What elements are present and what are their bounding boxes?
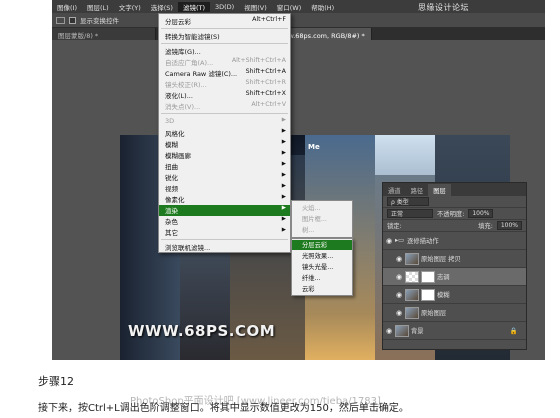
layer-thumbnail: [395, 324, 409, 337]
layer-mask-thumbnail: [421, 288, 435, 301]
menu-help[interactable]: 帮助(H): [306, 2, 339, 12]
menu-item-liquify[interactable]: 液化(L)... Shift+Ctrl+X: [159, 90, 290, 101]
step-description: 接下来，按Ctrl+L调出色阶调整窗口。将其中显示数值更改为150，然后单击确定…: [38, 403, 409, 414]
chevron-right-icon: ▶: [281, 161, 286, 167]
site-watermark: 思缘设计论坛: [418, 3, 469, 12]
menu-filter[interactable]: 滤镜(T): [177, 1, 210, 12]
chevron-right-icon: ▶: [281, 216, 286, 222]
layer-thumbnail: [405, 306, 419, 319]
document-tabs: 图层蒙版/8) * 未标题-1 @ 66.7% (www.68ps.com, R…: [52, 27, 545, 40]
menu-item-convert-smart[interactable]: 转换为智能滤镜(S): [159, 31, 290, 42]
menu-bar: 图像(I) 图层(L) 文字(Y) 选择(S) 滤镜(T) 3D(D) 视图(V…: [52, 0, 545, 13]
tab-paths[interactable]: 路径: [406, 184, 429, 196]
menu-layer[interactable]: 图层(L): [82, 2, 114, 12]
layer-thumbnail: [405, 252, 419, 265]
show-transform-label: 显示变换控件: [80, 17, 119, 25]
layers-panel: 通道 路径 图层 ρ 类型 正常 不透明度: 100% 锁定: 填充: 100%…: [382, 182, 527, 350]
chevron-right-icon: ▶: [281, 183, 286, 189]
layer-group[interactable]: ◉ ▸▭ 逐修描动作: [383, 232, 526, 250]
layer-mask-thumbnail: [421, 270, 435, 283]
filter-row: ρ 类型: [383, 196, 526, 208]
menu-select[interactable]: 选择(S): [146, 2, 178, 12]
menu-image[interactable]: 图像(I): [52, 2, 82, 12]
menu-3d[interactable]: 3D(D): [210, 3, 239, 11]
chevron-right-icon: ▶: [281, 128, 286, 134]
chevron-right-icon: ▶: [281, 205, 286, 211]
layer-item[interactable]: ◉ 模糊: [383, 286, 526, 304]
menu-item-adaptive-wide: 自适应广角(A)... Alt+Shift+Ctrl+A: [165, 57, 286, 67]
chevron-right-icon: ▶: [281, 172, 286, 178]
menu-item-sharpen[interactable]: 锐化 ▶: [159, 172, 290, 183]
menu-item-noise[interactable]: 杂色 ▶: [159, 216, 290, 227]
submenu-item-flame: 火焰...: [302, 205, 321, 212]
layer-item[interactable]: ◉ 原始图层: [383, 304, 526, 322]
opacity-input[interactable]: 100%: [468, 209, 494, 218]
chevron-right-icon: ▶: [281, 227, 286, 233]
menu-item-gallery[interactable]: 滤镜库(G)...: [159, 46, 290, 57]
chevron-right-icon: ▶: [281, 139, 286, 145]
chevron-right-icon: ▶: [281, 194, 286, 200]
fill-label: 填充:: [478, 223, 493, 230]
opacity-label: 不透明度:: [437, 211, 465, 218]
folder-icon: ▸▭: [395, 237, 405, 244]
step-heading: 步骤12: [38, 375, 74, 388]
layer-item-selected[interactable]: ◉ 志调: [383, 268, 526, 286]
submenu-item-difference-clouds[interactable]: 分层云彩: [292, 240, 352, 250]
fill-input[interactable]: 100%: [496, 221, 522, 230]
submenu-item-picture-frame: 图片框...: [302, 216, 327, 223]
menu-item-other[interactable]: 其它 ▶: [159, 227, 290, 238]
layer-thumbnail: [405, 270, 419, 283]
menu-item-blur-gallery[interactable]: 模糊画廊 ▶: [159, 150, 290, 161]
menu-item-last-filter[interactable]: 分层云彩 Alt+Ctrl+F: [159, 16, 290, 27]
menu-item-lens-correction: 镜头校正(R)... Shift+Ctrl+R: [165, 79, 286, 89]
layer-thumbnail: [405, 288, 419, 301]
tab-layer-mask-doc[interactable]: 图层蒙版/8) *: [52, 28, 156, 40]
submenu-item-tree: 树...: [302, 227, 315, 234]
menu-window[interactable]: 窗口(W): [272, 2, 307, 12]
eye-icon[interactable]: ◉: [383, 327, 395, 335]
eye-icon[interactable]: ◉: [393, 273, 405, 281]
show-transform-checkbox[interactable]: [69, 16, 76, 24]
menu-item-blur[interactable]: 模糊 ▶: [159, 139, 290, 150]
panel-tabs: 通道 路径 图层: [383, 183, 526, 196]
eye-icon[interactable]: ◉: [393, 291, 405, 299]
menu-item-browse-online[interactable]: 浏览联机滤镜...: [159, 242, 290, 253]
render-submenu: 分层云彩 光照效果... 镜头光晕... 纤维... 云彩: [291, 238, 353, 296]
eye-icon[interactable]: ◉: [383, 237, 395, 245]
options-bar: 显示变换控件: [52, 13, 545, 27]
eye-icon[interactable]: ◉: [393, 255, 405, 263]
layer-kind-select[interactable]: ρ 类型: [387, 197, 429, 206]
blend-row: 正常 不透明度: 100%: [383, 208, 526, 220]
blend-mode-select[interactable]: 正常: [387, 209, 433, 218]
layer-background[interactable]: ◉ 背景 🔒: [383, 322, 526, 340]
lock-label: 锁定:: [387, 223, 402, 230]
menu-item-distort[interactable]: 扭曲 ▶: [159, 161, 290, 172]
tab-channels[interactable]: 通道: [383, 184, 406, 196]
submenu-item-lens-flare[interactable]: 镜头光晕...: [292, 262, 352, 272]
filter-menu: 分层云彩 Alt+Ctrl+F 转换为智能滤镜(S) 滤镜库(G)... 自适应广…: [158, 13, 291, 253]
menu-item-render[interactable]: 渲染 ▶: [159, 205, 290, 216]
layer-item[interactable]: ◉ 原始图层 拷贝: [383, 250, 526, 268]
lock-icon: 🔒: [509, 326, 518, 335]
submenu-item-fibers[interactable]: 纤维...: [292, 273, 352, 283]
menu-item-pixelate[interactable]: 像素化 ▶: [159, 194, 290, 205]
eye-icon[interactable]: ◉: [393, 309, 405, 317]
lock-row: 锁定: 填充: 100%: [383, 220, 526, 232]
menu-item-vanishing-point: 消失点(V)... Alt+Ctrl+V: [165, 101, 286, 111]
menu-view[interactable]: 视图(V): [239, 2, 272, 12]
render-submenu-upper: 火焰... 图片框... 树...: [291, 200, 353, 238]
submenu-item-lighting-effects[interactable]: 光照效果...: [292, 251, 352, 261]
menu-type[interactable]: 文字(Y): [114, 2, 146, 12]
building-sign: Me: [308, 143, 320, 151]
tab-layers[interactable]: 图层: [428, 184, 451, 196]
menu-item-camera-raw[interactable]: Camera Raw 滤镜(C)... Shift+Ctrl+A: [159, 68, 290, 79]
tool-icon[interactable]: [56, 16, 65, 24]
menu-item-stylize[interactable]: 风格化 ▶: [159, 128, 290, 139]
menu-item-3d: 3D ▶: [165, 117, 286, 125]
chevron-right-icon: ▶: [281, 150, 286, 156]
canvas-watermark: WWW.68PS.COM: [128, 322, 276, 340]
submenu-item-clouds[interactable]: 云彩: [292, 284, 352, 294]
menu-item-video[interactable]: 视频 ▶: [159, 183, 290, 194]
